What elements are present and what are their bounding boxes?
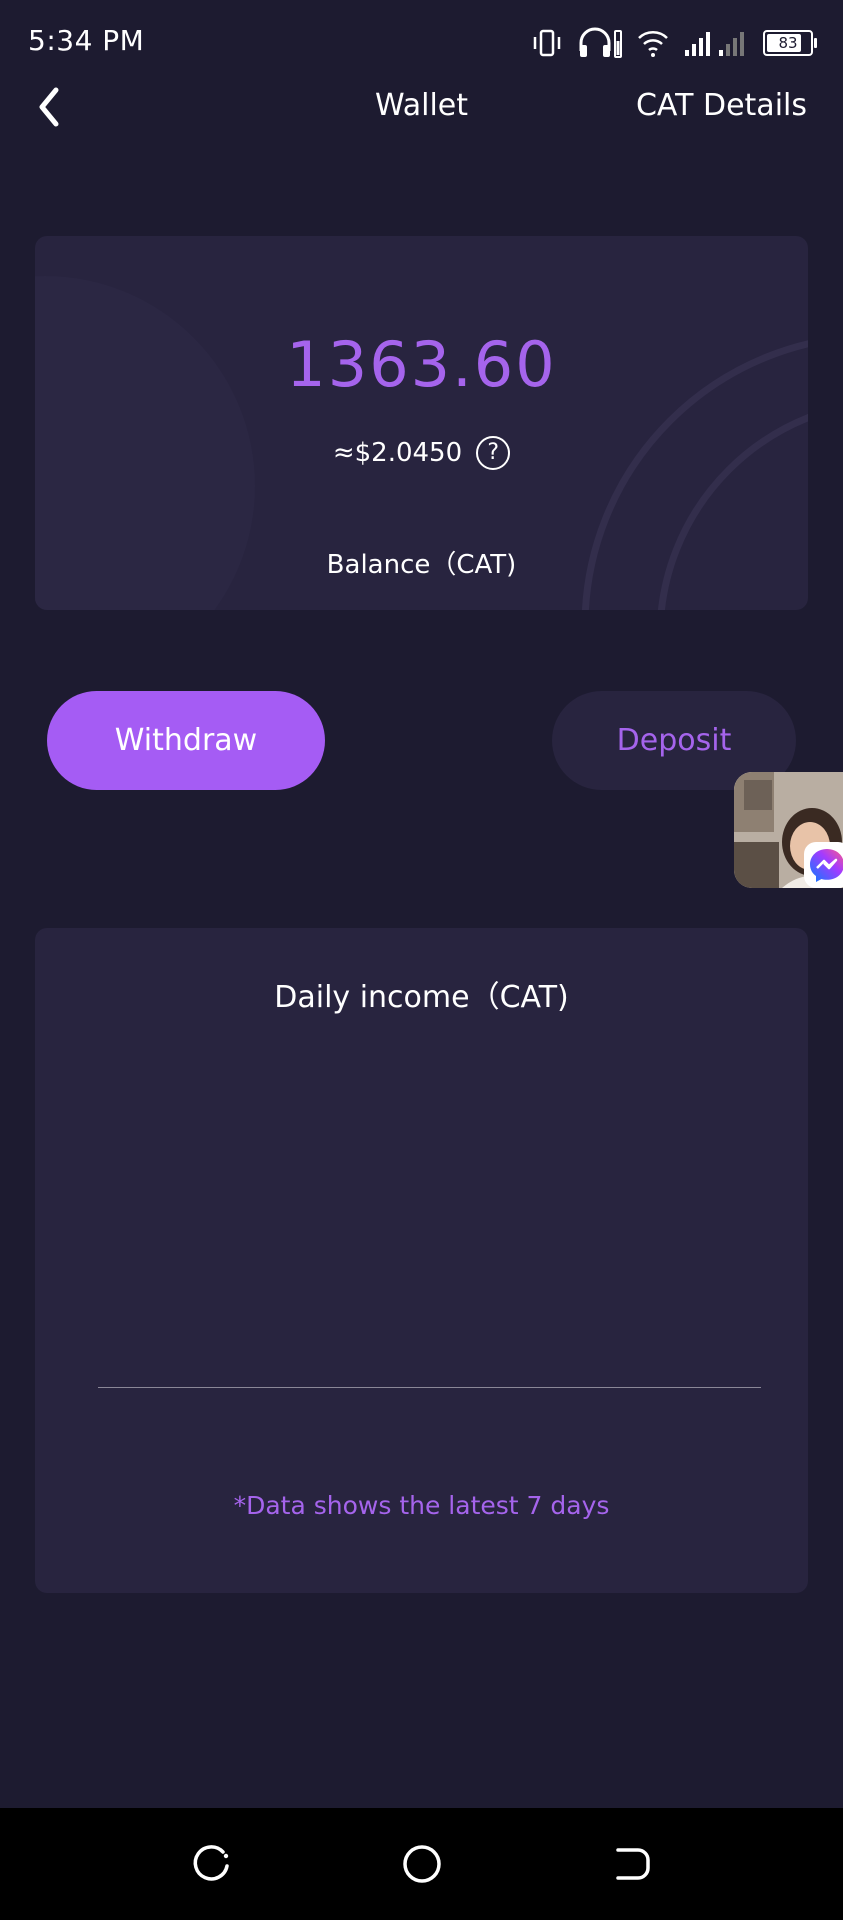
balance-amount: 1363.60: [286, 328, 557, 401]
battery-icon: 83: [763, 30, 817, 56]
battery-level: 83: [778, 34, 798, 52]
signal-icon: [685, 32, 744, 56]
income-note: *Data shows the latest 7 days: [233, 1491, 610, 1520]
home-button[interactable]: [398, 1840, 446, 1888]
status-time: 5:34 PM: [28, 24, 145, 57]
messenger-badge: [804, 842, 843, 888]
system-navbar: [0, 1808, 843, 1920]
messenger-icon: [810, 849, 843, 882]
home-icon: [403, 1845, 441, 1883]
fiat-row: ≈$2.0450 ?: [35, 436, 808, 470]
status-icons: 83: [531, 26, 817, 60]
chart-baseline: [98, 1387, 761, 1388]
help-icon[interactable]: ?: [476, 436, 511, 470]
recents-button[interactable]: [187, 1840, 235, 1888]
withdraw-button[interactable]: Withdraw: [47, 691, 325, 790]
vibrate-icon: [533, 29, 561, 57]
fiat-value: ≈$2.0450: [332, 438, 463, 468]
back-icon: [616, 1848, 650, 1880]
income-title: Daily income（CAT): [274, 980, 569, 1015]
headphones-icon: [579, 27, 622, 58]
balance-card: 1363.60 ≈$2.0450 ? Balance（CAT): [35, 236, 808, 610]
balance-label: Balance（CAT): [326, 550, 517, 580]
wifi-icon: [638, 31, 668, 57]
nav-back-button[interactable]: [608, 1840, 656, 1888]
daily-income-card: Daily income（CAT) *Data shows the latest…: [35, 928, 808, 1593]
recents-icon: [193, 1845, 229, 1881]
cat-details-link[interactable]: CAT Details: [636, 88, 807, 123]
